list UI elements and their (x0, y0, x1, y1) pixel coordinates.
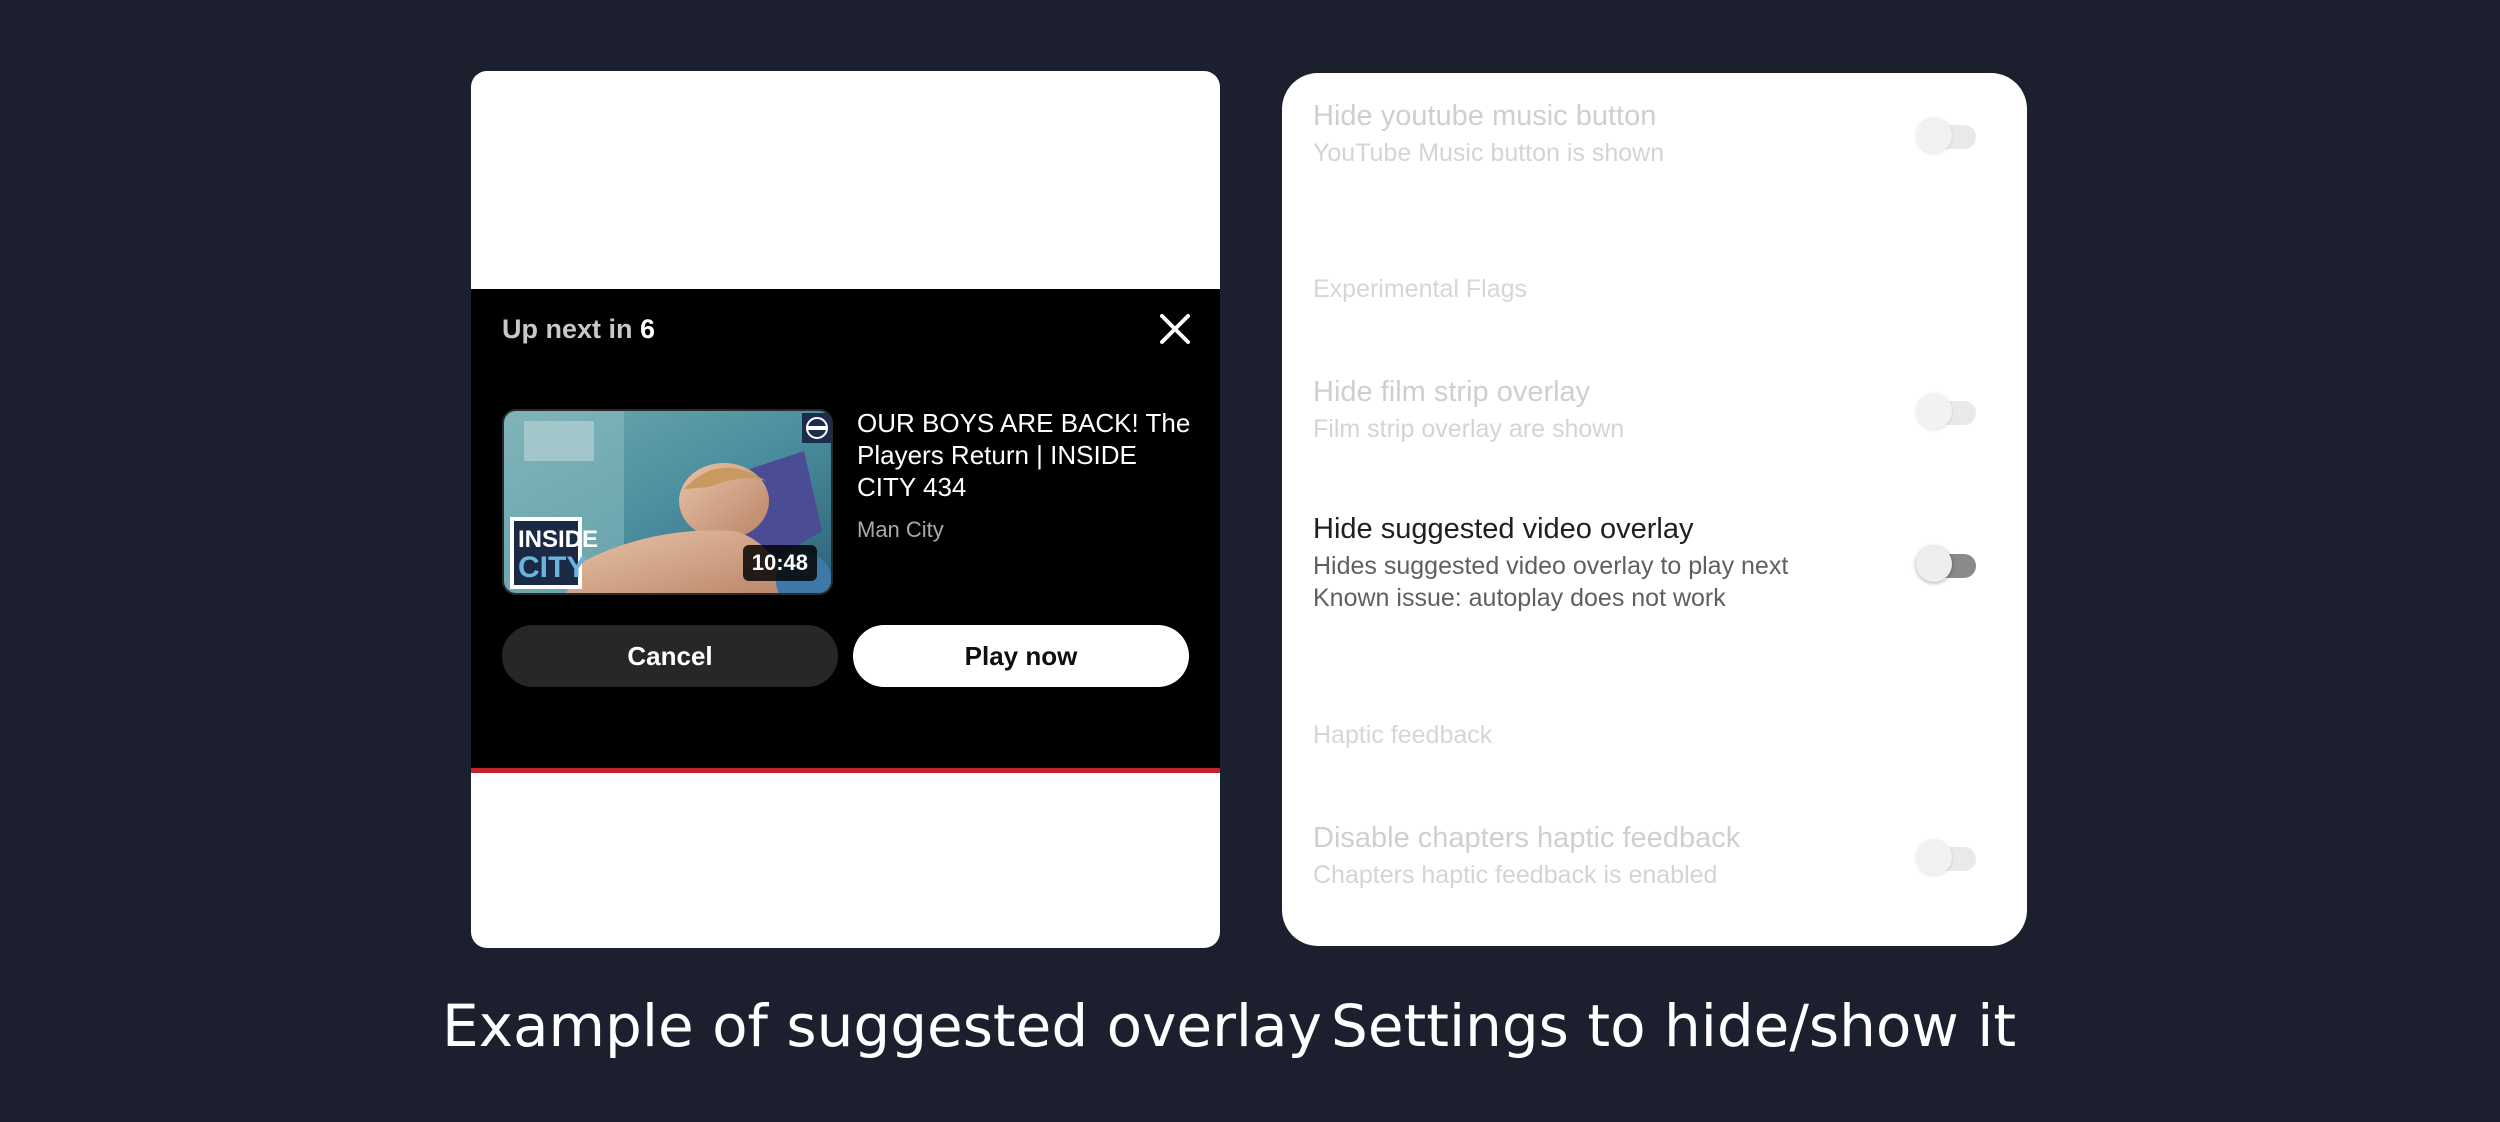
toggle-knob (1916, 546, 1952, 582)
toggle-knob (1916, 839, 1952, 875)
setting-title: Hide film strip overlay (1313, 376, 1591, 408)
toggle-switch[interactable] (1916, 113, 1978, 153)
toggle-switch[interactable] (1916, 542, 1978, 582)
section-header-experimental-flags: Experimental Flags (1313, 275, 1527, 303)
setting-subtitle: Film strip overlay are shown (1313, 415, 1625, 443)
video-duration: 10:48 (742, 545, 817, 581)
close-icon[interactable] (1151, 305, 1199, 353)
up-next-prefix: Up next in (502, 314, 633, 344)
setting-subtitle: YouTube Music button is shown (1313, 139, 1665, 167)
caption-left: Example of suggested overlay (442, 992, 1322, 1060)
settings-card: Hide youtube music button YouTube Music … (1282, 73, 2027, 946)
video-channel: Man City (857, 517, 944, 542)
video-title[interactable]: OUR BOYS ARE BACK! The Players Return | … (857, 407, 1197, 503)
toggle-knob (1916, 393, 1952, 429)
up-next-label: Up next in 6 (502, 309, 655, 349)
setting-subtitle: Chapters haptic feedback is enabled (1313, 861, 1718, 889)
caption-right: Settings to hide/show it (1331, 992, 2017, 1060)
video-thumbnail[interactable]: INSIDE CITY 10:48 (502, 409, 833, 595)
thumbnail-logo-line1: INSIDE (518, 526, 598, 553)
toggle-knob (1916, 117, 1952, 153)
setting-title: Disable chapters haptic feedback (1313, 822, 1741, 854)
setting-title: Hide suggested video overlay (1313, 513, 1694, 545)
setting-title: Hide youtube music button (1313, 100, 1657, 132)
play-now-button[interactable]: Play now (853, 625, 1189, 687)
countdown-value: 6 (640, 314, 656, 344)
suggested-video-overlay: Up next in 6 INSIDE CITY 10:48 OUR BOYS … (471, 289, 1220, 773)
cancel-button[interactable]: Cancel (502, 625, 838, 687)
overlay-example-card: Up next in 6 INSIDE CITY 10:48 OUR BOYS … (471, 71, 1220, 948)
toggle-switch[interactable] (1916, 835, 1978, 875)
toggle-switch[interactable] (1916, 389, 1978, 429)
thumbnail-logo-line2: CITY (518, 551, 586, 584)
section-header-haptic-feedback: Haptic feedback (1313, 721, 1493, 749)
setting-subtitle-line2: Known issue: autoplay does not work (1313, 584, 1726, 612)
setting-subtitle-line1: Hides suggested video overlay to play ne… (1313, 552, 1789, 580)
